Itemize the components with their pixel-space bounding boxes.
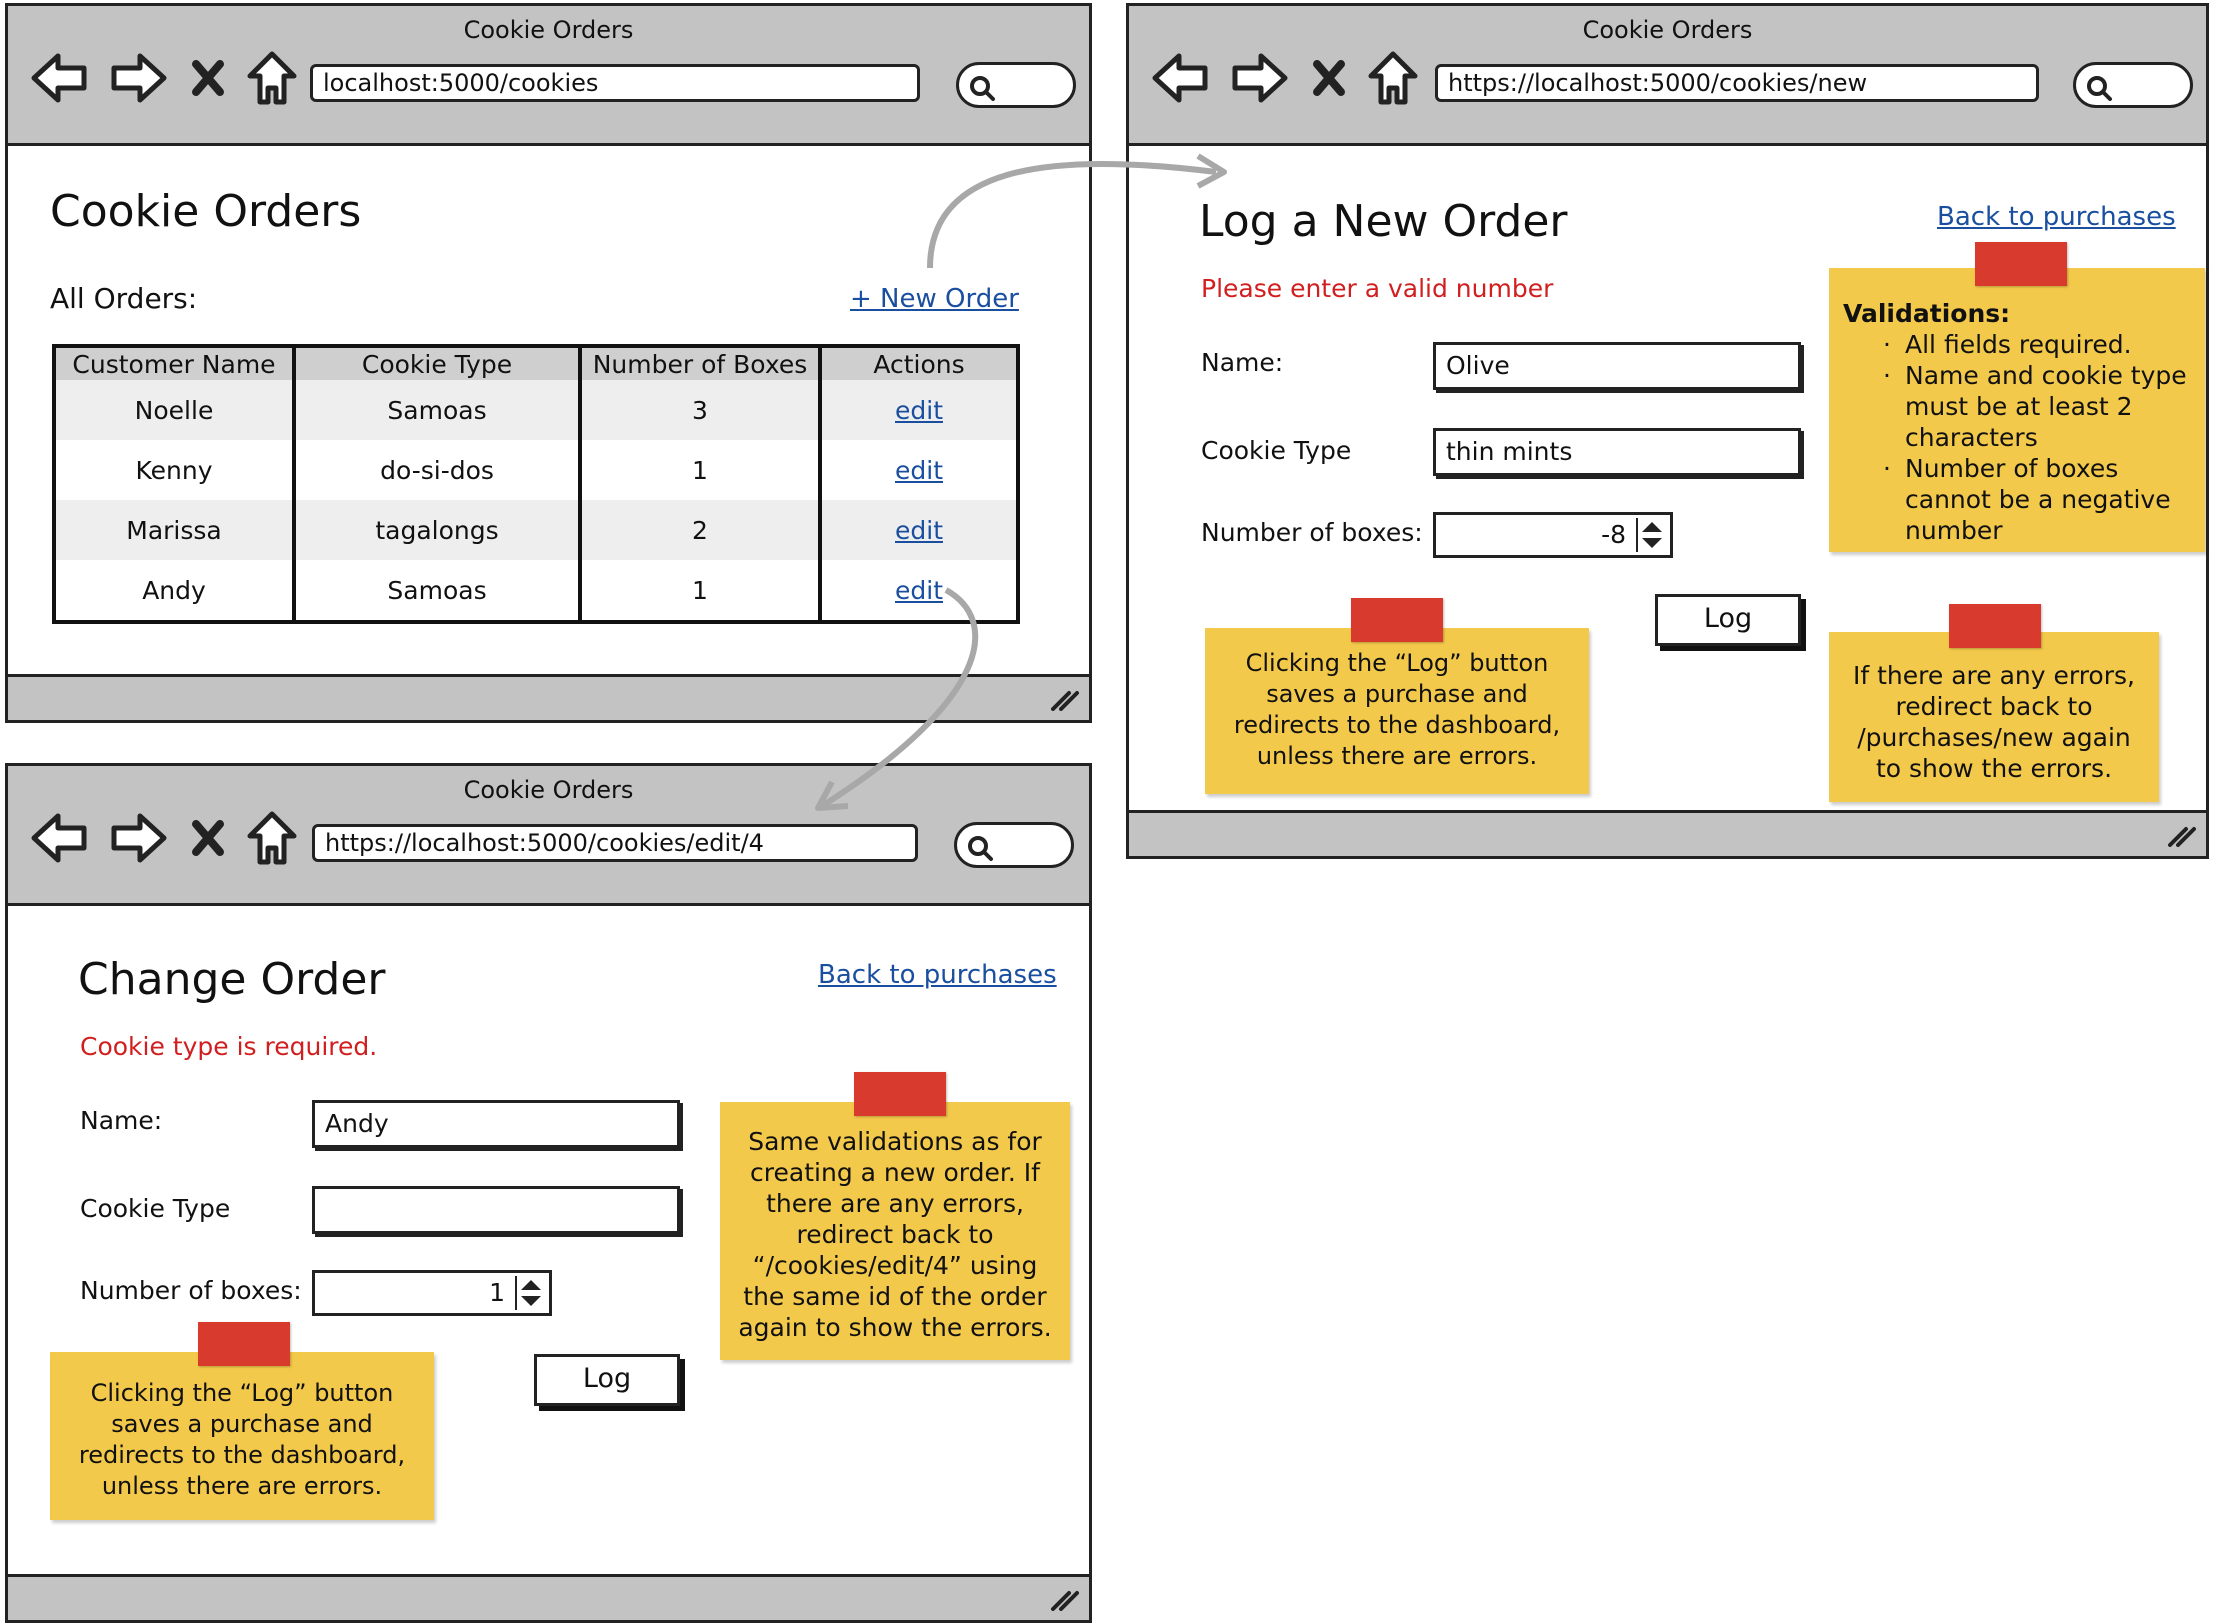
arrow-edit-to-edit-window <box>820 587 979 809</box>
arrow-new-order-to-new-window <box>927 160 1217 269</box>
flow-arrows <box>815 153 1227 811</box>
